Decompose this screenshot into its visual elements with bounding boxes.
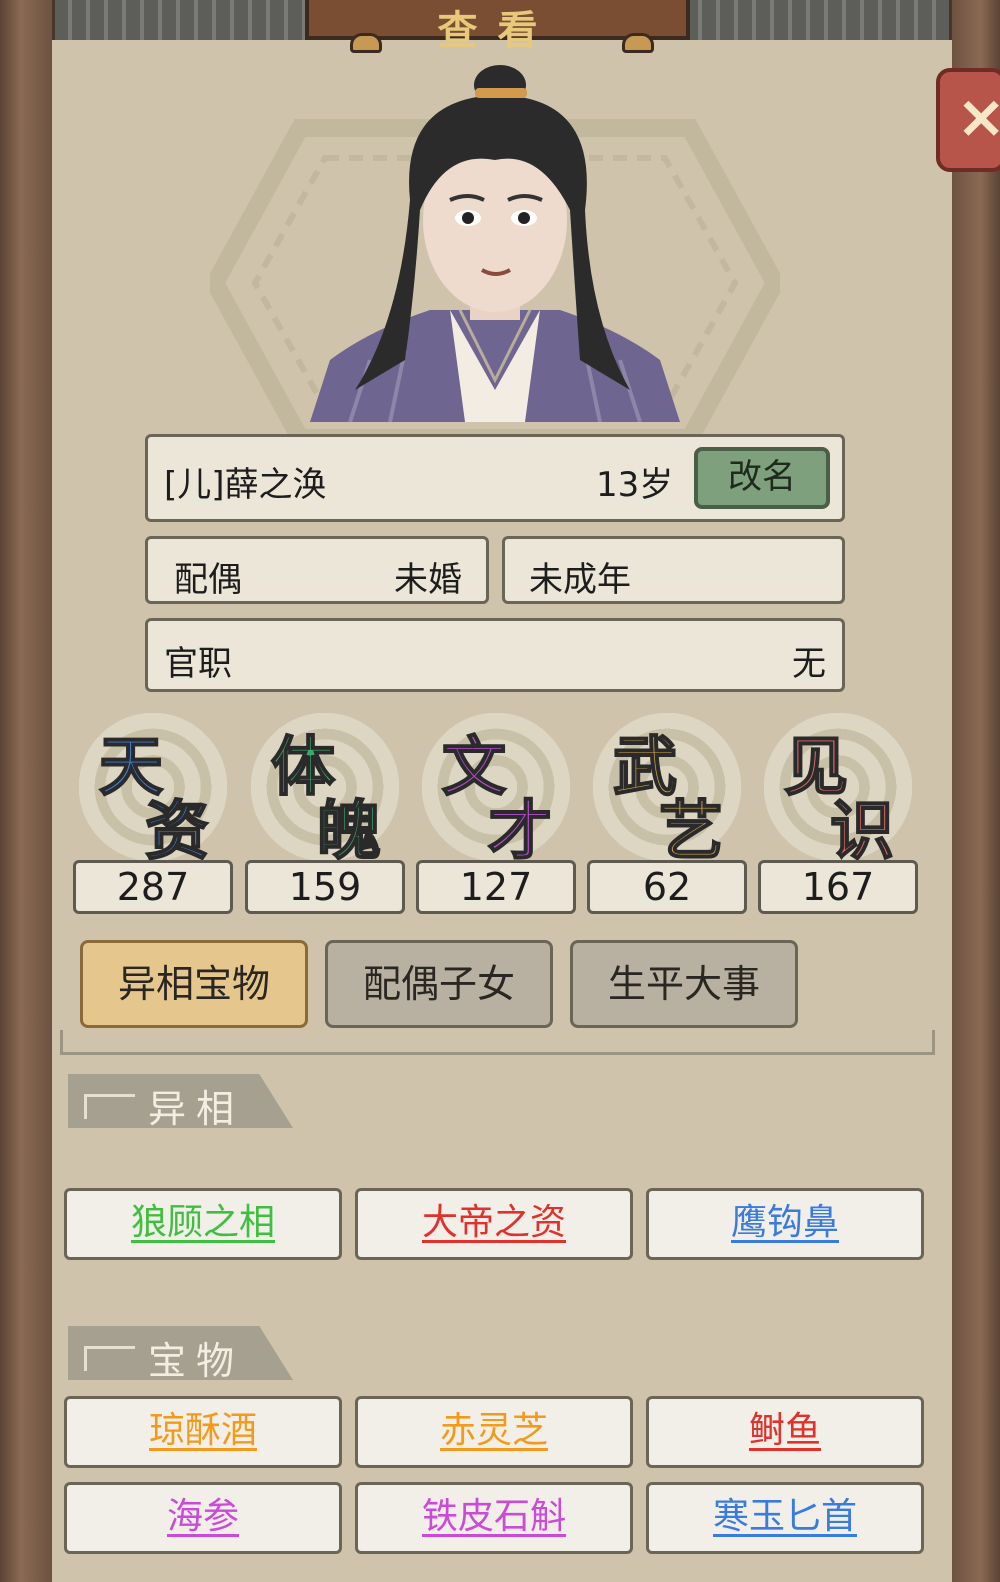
treasure-chip[interactable]: 鲥鱼 [646, 1396, 924, 1468]
traits-section-title: 异相 [148, 1087, 245, 1131]
stat-label-bottom: 艺 [658, 793, 724, 870]
stat-martial: 武 艺 62 [587, 712, 747, 922]
adult-status-value: 未成年 [529, 560, 631, 600]
fret-ornament [84, 1094, 135, 1119]
office-label: 官职 [164, 644, 232, 684]
spouse-label: 配偶 [174, 560, 242, 600]
tab-life-events[interactable]: 生平大事 [570, 940, 798, 1028]
spouse-value: 未婚 [394, 560, 462, 600]
stat-value: 287 [73, 860, 233, 914]
office-value: 无 [792, 644, 826, 684]
section-divider [60, 1052, 932, 1055]
treasure-chip[interactable]: 赤灵芝 [355, 1396, 633, 1468]
tab-spouse-children[interactable]: 配偶子女 [325, 940, 553, 1028]
name-row: [儿]薛之涣 13岁 改名 [145, 434, 845, 522]
treasures-section-title: 宝物 [148, 1339, 245, 1383]
stat-label-bottom: 资 [144, 793, 210, 870]
stat-label-bottom: 才 [487, 793, 553, 870]
character-name: [儿]薛之涣 [164, 465, 327, 505]
treasure-chip[interactable]: 寒玉匕首 [646, 1482, 924, 1554]
left-pillar [0, 0, 55, 1582]
stat-value: 127 [416, 860, 576, 914]
dialog-frame: 查看 × [儿]薛之涣 13岁 改名 配偶 未婚 未成年 官职 无 天 资 28… [0, 0, 1000, 1582]
stat-physique: 体 魄 159 [245, 712, 405, 922]
office-row: 官职 无 [145, 618, 845, 692]
rename-button[interactable]: 改名 [694, 447, 830, 509]
rivet-right [622, 33, 654, 53]
stat-aptitude: 天 资 287 [73, 712, 233, 922]
traits-section-header: 异相 [68, 1074, 293, 1128]
treasure-chip[interactable]: 琼酥酒 [64, 1396, 342, 1468]
stat-value: 62 [587, 860, 747, 914]
stat-value: 159 [245, 860, 405, 914]
rivet-left [350, 33, 382, 53]
right-pillar [949, 0, 1000, 1582]
treasure-chip[interactable]: 铁皮石斛 [355, 1482, 633, 1554]
treasures-section-header: 宝物 [68, 1326, 293, 1380]
trait-chip[interactable]: 狼顾之相 [64, 1188, 342, 1260]
spouse-row: 配偶 未婚 [145, 536, 489, 604]
stat-literary: 文 才 127 [416, 712, 576, 922]
close-icon: × [956, 82, 1000, 152]
adult-status-row: 未成年 [502, 536, 845, 604]
stat-label-bottom: 识 [829, 793, 895, 870]
stat-knowledge: 见 识 167 [758, 712, 918, 922]
character-age: 13岁 [596, 465, 674, 505]
treasure-chip[interactable]: 海参 [64, 1482, 342, 1554]
trait-chip[interactable]: 鹰钩鼻 [646, 1188, 924, 1260]
stat-label-bottom: 魄 [316, 793, 382, 870]
tab-traits-treasures[interactable]: 异相宝物 [80, 940, 308, 1028]
trait-chip[interactable]: 大帝之资 [355, 1188, 633, 1260]
stat-value: 167 [758, 860, 918, 914]
close-button[interactable]: × [936, 68, 1000, 172]
character-portrait [310, 65, 680, 422]
fret-ornament [84, 1346, 135, 1371]
